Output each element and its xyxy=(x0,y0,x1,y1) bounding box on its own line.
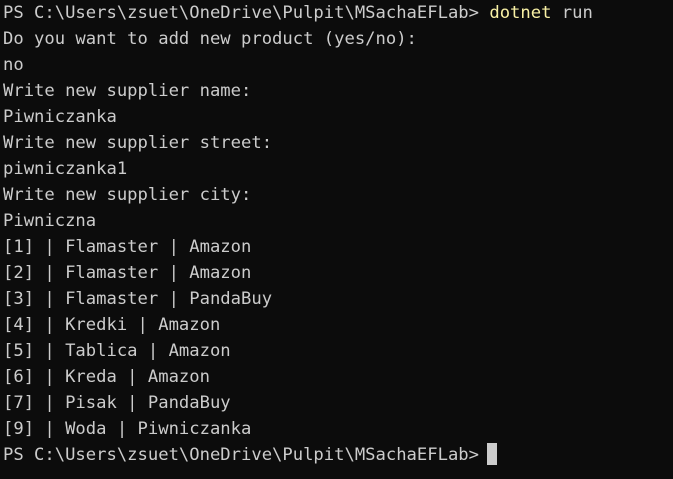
prompt: PS C:\Users\zsuet\OneDrive\Pulpit\MSacha… xyxy=(3,445,479,465)
product-list-item: [4] | Kredki | Amazon xyxy=(3,315,221,335)
output-line: Piwniczanka xyxy=(3,107,117,127)
product-list-item: [5] | Tablica | Amazon xyxy=(3,341,231,361)
output-line: piwniczanka1 xyxy=(3,159,128,179)
terminal-window[interactable]: PS C:\Users\zsuet\OneDrive\Pulpit\MSacha… xyxy=(0,0,673,479)
product-list-item: [1] | Flamaster | Amazon xyxy=(3,237,252,257)
output-line: Piwniczna xyxy=(3,211,97,231)
product-list-item: [7] | Pisak | PandaBuy xyxy=(3,393,231,413)
product-list-item: [6] | Kreda | Amazon xyxy=(3,367,210,387)
output-line: no xyxy=(3,55,24,75)
product-list-item: [2] | Flamaster | Amazon xyxy=(3,263,252,283)
text-cursor xyxy=(487,443,497,465)
output-line: Do you want to add new product (yes/no): xyxy=(3,29,417,49)
command-line: PS C:\Users\zsuet\OneDrive\Pulpit\MSacha… xyxy=(3,0,673,26)
input-line[interactable]: PS C:\Users\zsuet\OneDrive\Pulpit\MSacha… xyxy=(3,442,673,468)
prompt: PS C:\Users\zsuet\OneDrive\Pulpit\MSacha… xyxy=(3,3,490,23)
output-line: Write new supplier name: xyxy=(3,81,252,101)
product-list-item: [9] | Woda | Piwniczanka xyxy=(3,419,252,439)
output-line: Write new supplier street: xyxy=(3,133,273,153)
output-line: Write new supplier city: xyxy=(3,185,252,205)
command-executable: dotnet xyxy=(489,3,552,23)
command-arguments: run xyxy=(551,3,593,23)
product-list-item: [3] | Flamaster | PandaBuy xyxy=(3,289,273,309)
